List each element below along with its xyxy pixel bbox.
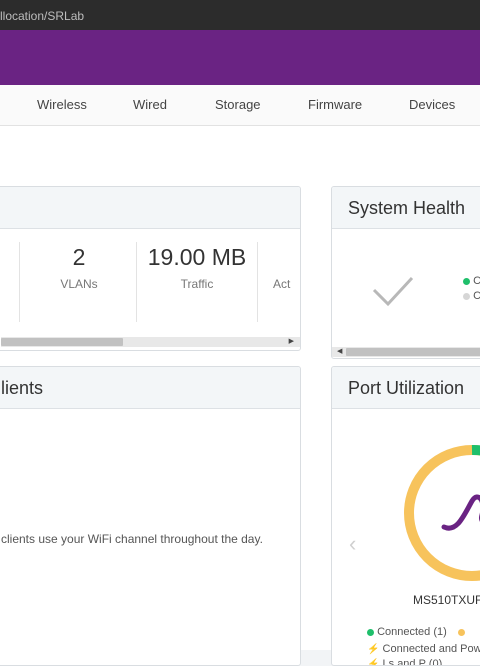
stat-active: Act — [273, 244, 300, 291]
scroll-right-arrow-icon[interactable]: ▶ — [289, 337, 294, 347]
port-utilization-header: Port Utilization — [332, 367, 480, 409]
health-legend-label: C — [473, 290, 480, 302]
scrollbar-thumb[interactable] — [346, 348, 480, 356]
nav-devices[interactable]: Devices — [409, 97, 455, 112]
nav-firmware[interactable]: Firmware — [308, 97, 362, 112]
stat-traffic-label: Traffic — [180, 277, 214, 291]
nav-wired[interactable]: Wired — [133, 97, 167, 112]
clients-description: clients use your WiFi channel throughout… — [1, 532, 263, 546]
yellow-dot-icon — [457, 628, 465, 636]
stat-active-value — [273, 244, 300, 271]
nav-wireless[interactable]: Wireless — [37, 97, 87, 112]
main-nav: Wireless Wired Storage Firmware Devices — [0, 85, 480, 126]
gray-dot-icon — [463, 292, 470, 300]
legend-partial-label: Ls and P (0) — [382, 658, 443, 666]
donut-connected-segment — [471, 445, 480, 456]
health-legend-item: C — [463, 290, 480, 302]
clients-card-header: lients — [0, 367, 300, 409]
health-legend-item: C — [463, 275, 480, 287]
stat-vlans: 2 VLANs — [49, 244, 109, 291]
summary-horizontal-scrollbar[interactable]: ▶ — [1, 337, 300, 347]
scroll-left-arrow-icon[interactable]: ◀ — [337, 347, 342, 357]
green-dot-icon — [367, 628, 374, 636]
legend-connected-label: Connected (1) — [377, 626, 447, 638]
stat-active-label: Act — [273, 277, 291, 291]
port-utilization-donut — [404, 445, 480, 581]
legend-powered-label: Connected and Powe — [382, 643, 480, 655]
port-icon — [441, 494, 480, 531]
stat-traffic: 19.00 MB Traffic — [142, 244, 252, 291]
legend-connected: Connected (1) — [367, 626, 465, 638]
device-name: MS510TXUF — [413, 593, 480, 607]
scrollbar-thumb[interactable] — [1, 338, 123, 346]
stat-divider — [257, 242, 258, 322]
summary-card: 2 VLANs 19.00 MB Traffic Act ▶ — [0, 186, 301, 351]
system-health-header: System Health — [332, 187, 480, 229]
summary-card-header — [0, 187, 300, 229]
health-legend-label: C — [473, 275, 480, 287]
chevron-left-icon[interactable]: ‹ — [349, 531, 356, 557]
system-health-title: System Health — [348, 198, 466, 218]
checkmark-icon — [372, 276, 414, 307]
stat-divider — [136, 242, 137, 322]
stat-traffic-value: 19.00 MB — [147, 244, 247, 270]
system-health-card: System Health C C ◀ — [331, 186, 480, 359]
stat-divider — [19, 242, 20, 322]
port-utilization-title: Port Utilization — [348, 378, 465, 398]
clients-card-title: lients — [1, 378, 44, 398]
dashboard-content: 2 VLANs 19.00 MB Traffic Act ▶ System He… — [0, 126, 480, 666]
green-dot-icon — [463, 277, 470, 285]
stat-vlans-value: 2 — [72, 244, 86, 270]
lightning-icon: ⚡ — [367, 659, 380, 666]
nav-storage[interactable]: Storage — [215, 97, 261, 112]
port-utilization-card: Port Utilization ‹ MS510TXUF Connected (… — [331, 366, 480, 666]
legend-powered: ⚡ Connected and Powe — [367, 643, 480, 655]
browser-address-bar[interactable]: llocation/SRLab — [0, 0, 480, 31]
stat-vlans-label: VLANs — [60, 277, 98, 291]
url-text[interactable]: llocation/SRLab — [0, 9, 84, 23]
donut-available-ring — [404, 445, 480, 581]
brand-header — [0, 30, 480, 85]
clients-card: lients clients use your WiFi channel thr… — [0, 366, 301, 666]
legend-partial: ⚡ Ls and P (0) — [367, 658, 443, 666]
health-horizontal-scrollbar[interactable]: ◀ — [332, 347, 480, 357]
